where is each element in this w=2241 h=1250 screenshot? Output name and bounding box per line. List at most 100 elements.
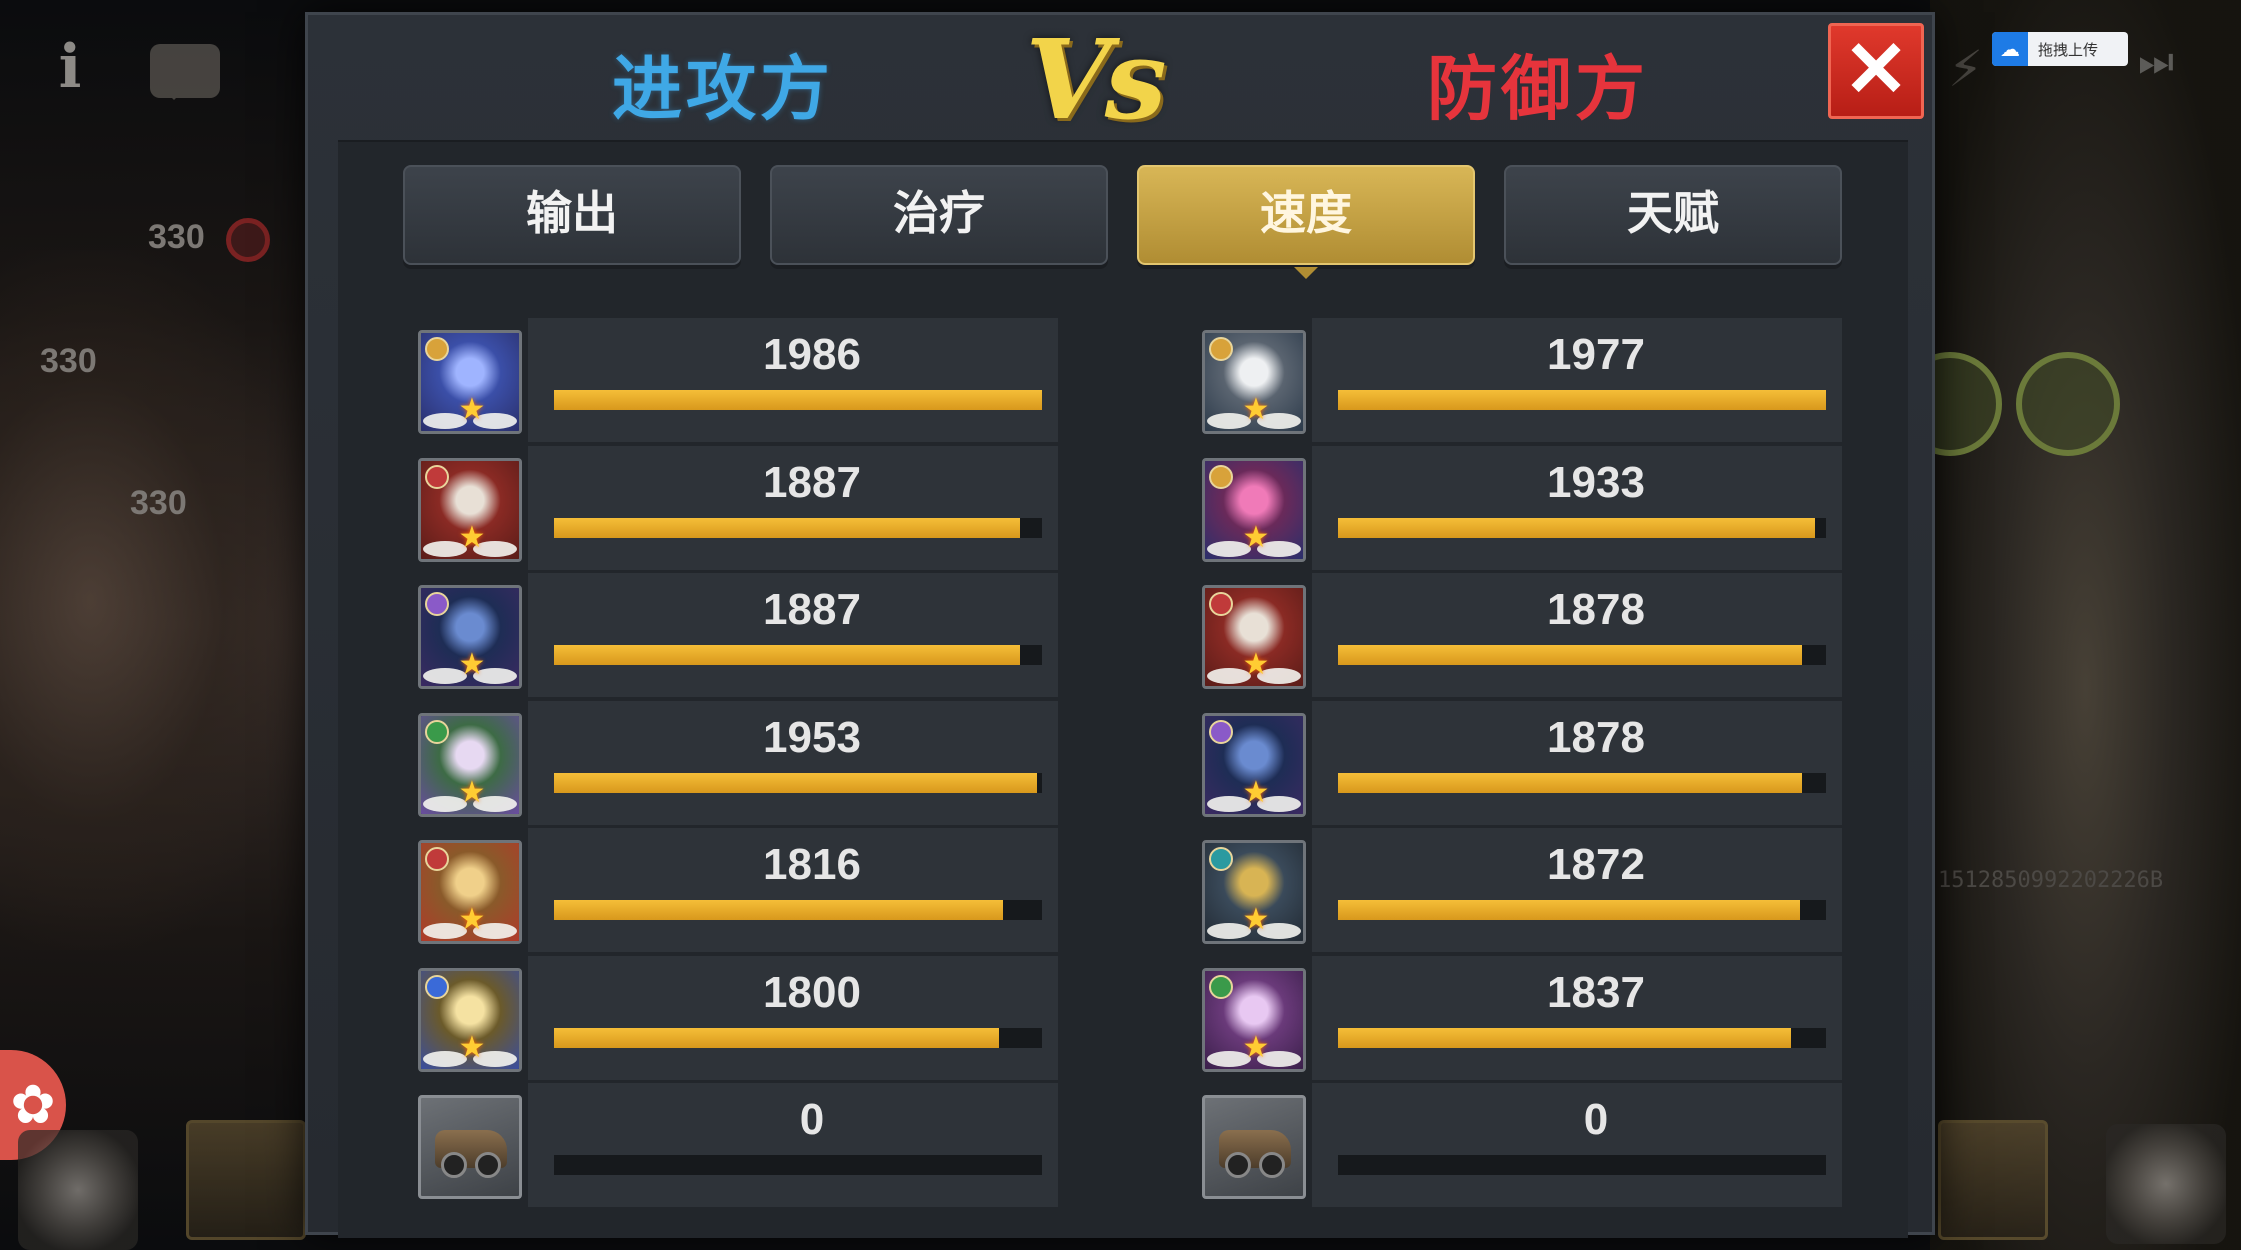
hp-value: 330	[40, 342, 97, 380]
speed-bar-track	[554, 645, 1042, 665]
tab-output[interactable]: 输出	[403, 165, 741, 265]
speed-bar-fill	[1338, 772, 1802, 793]
faction-badge-icon	[425, 847, 449, 871]
faction-badge-icon	[1209, 847, 1233, 871]
hp-value: 330	[130, 484, 187, 522]
vs-label: Vs	[1025, 15, 1166, 144]
faction-badge-icon	[1209, 719, 1233, 744]
attacker-title: 进攻方	[612, 48, 834, 130]
chat-icon[interactable]	[150, 44, 220, 100]
close-button[interactable]: ✕	[1828, 23, 1924, 119]
speed-bar-track	[1338, 772, 1826, 793]
speed-bar-track	[554, 1155, 1042, 1175]
speed-bar-fill	[1338, 645, 1802, 665]
vehicle-icon	[1219, 1130, 1291, 1178]
speed-bar-fill	[554, 1027, 1000, 1048]
skill-swirl-icon[interactable]	[18, 1130, 138, 1250]
defender-title: 防御方	[1427, 48, 1649, 130]
hero-portrait[interactable]: ★	[1202, 585, 1306, 689]
speed-bar-fill	[1338, 390, 1826, 410]
green-ring-icon	[2016, 352, 2120, 456]
hero-portrait[interactable]: ★	[418, 330, 522, 434]
speed-value: 1878	[1547, 585, 1645, 634]
defender-hero-row: 0	[1202, 1083, 1842, 1207]
hero-portrait[interactable]	[418, 1095, 522, 1199]
hero-portrait[interactable]: ★	[1202, 840, 1306, 944]
hero-portrait[interactable]: ★	[418, 585, 522, 689]
speed-bar-track	[554, 390, 1042, 410]
defender-hero-row: ★ 1878	[1202, 573, 1842, 697]
speed-value: 1878	[1547, 712, 1645, 762]
hero-portrait[interactable]: ★	[418, 712, 522, 817]
hp-value: 330	[148, 218, 205, 256]
tab-talent[interactable]: 天赋	[1504, 165, 1842, 265]
faction-badge-icon	[1209, 974, 1233, 999]
hero-card[interactable]	[186, 1120, 306, 1240]
defender-hero-row: ★ 1837	[1202, 955, 1842, 1080]
speed-value: 0	[1583, 1095, 1609, 1144]
tab-healing[interactable]: 治疗	[770, 165, 1108, 265]
star-rank-icon: ★	[458, 902, 486, 937]
skip-icon[interactable]: ⏭	[2138, 40, 2178, 84]
speed-bar-track	[554, 1027, 1042, 1048]
upload-label: 拖拽上传	[2038, 40, 2099, 59]
lightning-icon: ⚡	[1948, 40, 1984, 98]
star-rank-icon: ★	[458, 1029, 486, 1065]
defender-hero-row: ★ 1977	[1202, 318, 1842, 442]
speed-bar-track	[1338, 900, 1826, 920]
tab-speed[interactable]: 速度	[1137, 165, 1475, 279]
attacker-hero-row: ★ 1800	[418, 955, 1058, 1080]
speed-bar-fill	[554, 900, 1003, 920]
star-rank-icon: ★	[458, 392, 486, 427]
star-rank-icon: ★	[1242, 519, 1270, 555]
speed-value: 1953	[763, 712, 861, 762]
speed-bar-fill	[554, 772, 1038, 793]
background-creature	[1930, 0, 2241, 1250]
star-rank-icon: ★	[1242, 392, 1270, 427]
faction-badge-icon	[1209, 464, 1233, 489]
hero-card[interactable]	[1938, 1120, 2048, 1240]
speed-value: 1872	[1547, 840, 1645, 889]
hero-portrait[interactable]: ★	[1202, 330, 1306, 434]
battle-stats-dialog: 进攻方 Vs 防御方 ✕ 输出 治疗 速度 天赋 ★ 1986 ★ 1887 ★ 1887…	[305, 12, 1935, 1238]
attacker-hero-row: ★ 1816	[418, 828, 1058, 952]
skill-swirl-icon[interactable]	[2106, 1124, 2226, 1244]
cloud-icon: ☁	[1992, 32, 2028, 66]
speed-bar-fill	[1338, 1027, 1792, 1048]
star-rank-icon: ★	[1242, 647, 1270, 682]
hero-portrait[interactable]: ★	[1202, 457, 1306, 562]
background-id-text: 1512850992202226B	[1938, 868, 2164, 893]
faction-badge-icon	[425, 719, 449, 744]
info-icon[interactable]: i	[56, 35, 84, 99]
speed-bar-track	[1338, 1027, 1826, 1048]
star-rank-icon: ★	[458, 774, 486, 810]
speed-bar-fill	[554, 517, 1021, 538]
faction-badge-icon	[425, 337, 449, 361]
speed-bar-track	[1338, 1155, 1826, 1175]
speed-bar-fill	[1338, 900, 1801, 920]
hero-portrait[interactable]: ★	[1202, 967, 1306, 1072]
speed-bar-track	[554, 900, 1042, 920]
speed-bar-track	[1338, 645, 1826, 665]
defender-hero-row: ★ 1872	[1202, 828, 1842, 952]
vehicle-icon	[435, 1130, 507, 1178]
speed-bar-track	[554, 772, 1042, 793]
speed-bar-track	[554, 517, 1042, 538]
energy-ring-icon	[226, 218, 270, 262]
speed-bar-fill	[554, 645, 1021, 665]
defender-hero-row: ★ 1878	[1202, 700, 1842, 825]
speed-value: 0	[799, 1095, 825, 1144]
hero-portrait[interactable]: ★	[418, 840, 522, 944]
upload-button[interactable]: ☁ 拖拽上传	[1992, 32, 2128, 66]
hero-portrait[interactable]: ★	[1202, 712, 1306, 817]
speed-value: 1887	[763, 457, 861, 507]
attacker-hero-row: ★ 1887	[418, 445, 1058, 570]
faction-badge-icon	[425, 592, 449, 616]
defender-hero-row: ★ 1933	[1202, 445, 1842, 570]
hero-portrait[interactable]: ★	[418, 967, 522, 1072]
hero-portrait[interactable]	[1202, 1095, 1306, 1199]
speed-bar-track	[1338, 517, 1826, 538]
faction-badge-icon	[1209, 592, 1233, 616]
speed-value: 1933	[1547, 457, 1645, 507]
hero-portrait[interactable]: ★	[418, 457, 522, 562]
